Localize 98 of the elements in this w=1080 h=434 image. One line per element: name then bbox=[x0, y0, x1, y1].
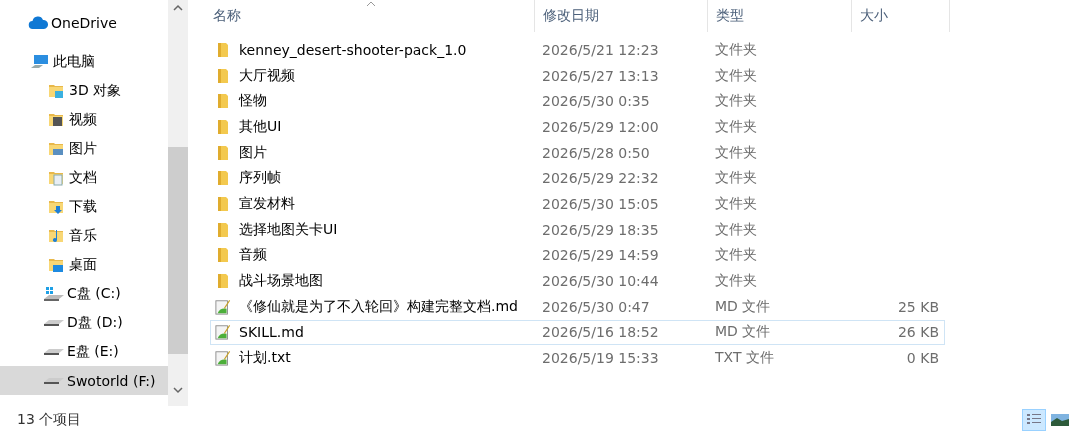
cloud-icon bbox=[28, 15, 48, 30]
file-name: 战斗场景地图 bbox=[239, 272, 323, 291]
file-name: kenney_desert-shooter-pack_1.0 bbox=[239, 41, 467, 58]
column-header[interactable]: 类型 bbox=[708, 0, 852, 32]
folder-icon bbox=[217, 195, 229, 212]
nav-item[interactable]: E盘 (E:) bbox=[0, 337, 168, 366]
nav-item[interactable]: 音乐 bbox=[0, 221, 168, 250]
file-name: 计划.txt bbox=[239, 349, 291, 368]
file-name: 宣发材料 bbox=[239, 194, 295, 213]
file-type: 文件夹 bbox=[715, 66, 757, 85]
drive-icon bbox=[44, 286, 64, 301]
modified-date: 2026/5/30 0:47 bbox=[542, 298, 650, 315]
large-icons-view-icon bbox=[1051, 413, 1069, 427]
computer-icon bbox=[31, 53, 49, 70]
modified-date: 2026/5/30 15:05 bbox=[542, 195, 659, 212]
drive-icon bbox=[44, 347, 64, 356]
file-type: MD 文件 bbox=[715, 297, 771, 316]
file-type: 文件夹 bbox=[715, 117, 757, 136]
details-view-icon bbox=[1026, 413, 1042, 427]
modified-date: 2026/5/21 12:23 bbox=[542, 41, 659, 58]
file-row[interactable]: kenney_desert-shooter-pack_1.0 2026/5/21 12:23 文件夹 bbox=[210, 37, 945, 63]
modified-date: 2026/5/27 13:13 bbox=[542, 67, 659, 84]
file-name: SKILL.md bbox=[239, 324, 304, 341]
file-row[interactable]: SKILL.md 2026/5/16 18:52 MD 文件 26 KB bbox=[210, 319, 945, 346]
file-row[interactable]: 《修仙就是为了不入轮回》构建完整文档.md 2026/5/30 0:47 MD 文件 25 KB bbox=[210, 293, 945, 320]
notepad-icon bbox=[215, 349, 231, 368]
file-type: 文件夹 bbox=[715, 194, 757, 213]
nav-item[interactable]: C盘 (C:) bbox=[0, 279, 168, 308]
file-size: 0 KB bbox=[906, 350, 939, 367]
file-type: MD 文件 bbox=[715, 323, 771, 342]
file-type: 文件夹 bbox=[715, 143, 757, 162]
folder-icon bbox=[217, 41, 229, 58]
modified-date: 2026/5/29 22:32 bbox=[542, 170, 659, 187]
file-row[interactable]: 图片 2026/5/28 0:50 文件夹 bbox=[210, 139, 945, 166]
file-row[interactable]: 其他UI 2026/5/29 12:00 文件夹 bbox=[210, 114, 945, 140]
folder-icon bbox=[217, 273, 229, 290]
file-row[interactable]: 大厅视频 2026/5/27 13:13 文件夹 bbox=[210, 62, 945, 89]
file-size: 26 KB bbox=[897, 324, 939, 341]
folder-icon bbox=[217, 67, 229, 84]
file-name: 大厅视频 bbox=[239, 66, 295, 85]
file-name: 图片 bbox=[239, 143, 267, 162]
folder-icon bbox=[217, 144, 229, 161]
file-row[interactable]: 选择地图关卡UI 2026/5/29 18:35 文件夹 bbox=[210, 216, 945, 243]
nav-item[interactable]: 桌面 bbox=[0, 250, 168, 279]
column-header[interactable]: 大小 bbox=[852, 0, 950, 32]
folder-icon bbox=[217, 93, 229, 110]
item-count: 13 个项目 bbox=[17, 411, 82, 429]
view-button[interactable] bbox=[1022, 409, 1046, 431]
nav-item[interactable]: 图片 bbox=[0, 134, 168, 163]
modified-date: 2026/5/30 0:35 bbox=[542, 93, 650, 110]
file-type: 文件夹 bbox=[715, 40, 757, 59]
folder-icon bbox=[217, 118, 229, 135]
nav-item[interactable]: 下载 bbox=[0, 192, 168, 221]
folder-icon bbox=[217, 170, 229, 187]
modified-date: 2026/5/16 18:52 bbox=[542, 324, 659, 341]
drive-icon bbox=[44, 376, 64, 385]
folder-icon bbox=[217, 247, 229, 264]
file-type: 文件夹 bbox=[715, 272, 757, 291]
file-type: 文件夹 bbox=[715, 92, 757, 111]
file-row[interactable]: 战斗场景地图 2026/5/30 10:44 文件夹 bbox=[210, 268, 945, 294]
file-row[interactable]: 序列帧 2026/5/29 22:32 文件夹 bbox=[210, 165, 945, 192]
file-type: 文件夹 bbox=[715, 246, 757, 265]
modified-date: 2026/5/29 14:59 bbox=[542, 247, 659, 264]
file-name: 其他UI bbox=[239, 117, 282, 136]
file-row[interactable]: 音频 2026/5/29 14:59 文件夹 bbox=[210, 242, 945, 269]
modified-date: 2026/5/30 10:44 bbox=[542, 273, 659, 290]
notepad-icon bbox=[215, 297, 231, 316]
modified-date: 2026/5/29 18:35 bbox=[542, 221, 659, 238]
drive-icon bbox=[44, 318, 64, 327]
folder-icon bbox=[217, 221, 229, 238]
column-header[interactable]: 修改日期 bbox=[535, 0, 708, 32]
nav-item[interactable]: Swotorld (F:) bbox=[0, 366, 168, 395]
sort-caret-icon bbox=[366, 1, 376, 7]
file-type: 文件夹 bbox=[715, 169, 757, 188]
file-name: 音频 bbox=[239, 246, 267, 265]
file-name: 怪物 bbox=[239, 92, 267, 111]
nav-item[interactable]: OneDrive bbox=[0, 8, 168, 37]
file-size: 25 KB bbox=[897, 298, 939, 315]
nav-item[interactable]: 此电脑 bbox=[0, 47, 168, 76]
file-name: 选择地图关卡UI bbox=[239, 220, 338, 239]
file-type: 文件夹 bbox=[715, 220, 757, 239]
notepad-icon bbox=[215, 323, 231, 342]
nav-item[interactable]: 视频 bbox=[0, 105, 168, 134]
modified-date: 2026/5/29 12:00 bbox=[542, 118, 659, 135]
file-type: TXT 文件 bbox=[715, 349, 774, 368]
nav-item[interactable]: 3D 对象 bbox=[0, 76, 168, 105]
nav-item[interactable]: D盘 (D:) bbox=[0, 308, 168, 337]
modified-date: 2026/5/28 0:50 bbox=[542, 144, 650, 161]
file-row[interactable]: 计划.txt 2026/5/19 15:33 TXT 文件 0 KB bbox=[210, 345, 945, 371]
file-name: 序列帧 bbox=[239, 169, 281, 188]
file-name: 《修仙就是为了不入轮回》构建完整文档.md bbox=[239, 297, 518, 316]
modified-date: 2026/5/19 15:33 bbox=[542, 350, 659, 367]
file-row[interactable]: 宣发材料 2026/5/30 15:05 文件夹 bbox=[210, 191, 945, 217]
column-header[interactable]: 名称 bbox=[205, 0, 535, 32]
scrollbar-thumb[interactable] bbox=[168, 147, 188, 354]
nav-item[interactable]: 文档 bbox=[0, 163, 168, 192]
scrollbar[interactable] bbox=[168, 0, 188, 406]
file-row[interactable]: 怪物 2026/5/30 0:35 文件夹 bbox=[210, 88, 945, 115]
